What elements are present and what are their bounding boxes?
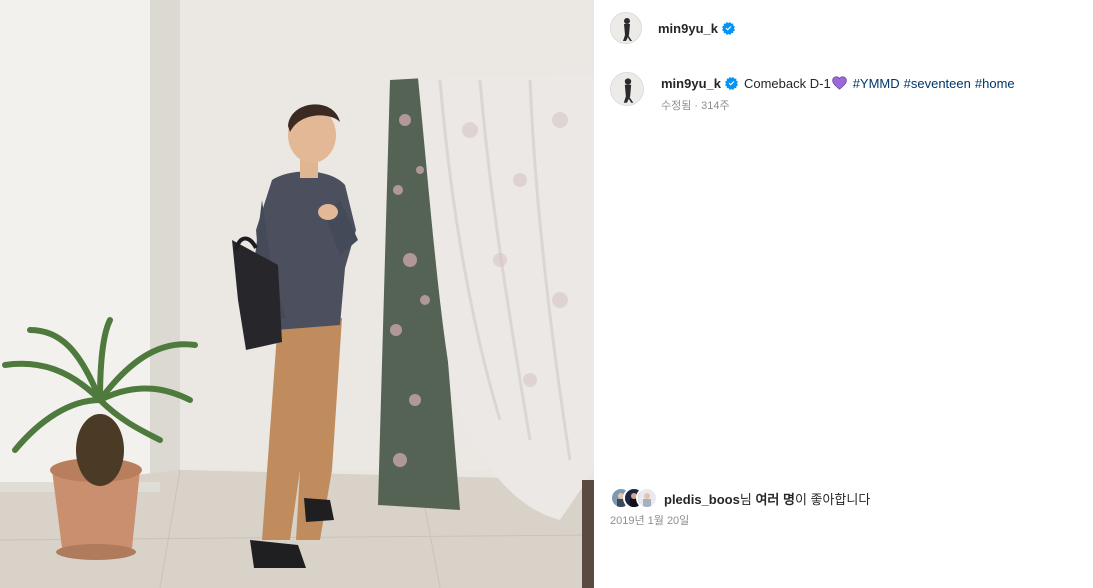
caption-content: min9yu_k Comeback D-1 #YMMD #seventeen #ho… [661, 72, 1015, 113]
post-image [0, 0, 594, 588]
likes-others[interactable]: 여러 명 [755, 492, 795, 507]
likes-row: pledis_boos님 여러 명이 좋아합니다 [610, 487, 1080, 509]
edited-label: 수정됨 [661, 100, 692, 112]
caption-username[interactable]: min9yu_k [661, 76, 721, 91]
liker-username[interactable]: pledis_boos [664, 492, 740, 507]
caption-meta: 수정됨 · 314주 [661, 97, 1015, 113]
post-details-panel: min9yu_k min9yu_k Comeback D-1 #YMMD #se… [594, 0, 1093, 588]
post-header: min9yu_k [594, 0, 1093, 56]
post-age[interactable]: 314주 [701, 100, 729, 112]
author-username[interactable]: min9yu_k [658, 21, 718, 36]
hashtag-home[interactable]: #home [975, 76, 1015, 91]
likes-suffix-2: 이 좋아합니다 [794, 491, 871, 507]
verified-badge-icon [721, 21, 735, 35]
hashtag-ymmd[interactable]: #YMMD [853, 76, 900, 91]
meta-separator: · [691, 100, 702, 112]
post-date[interactable]: 2019년 1월 20일 [610, 512, 689, 528]
caption-text-line: min9yu_k Comeback D-1 #YMMD #seventeen #ho… [661, 72, 1015, 93]
post-photo[interactable] [0, 0, 594, 588]
verified-badge-icon [724, 77, 738, 90]
liker-avatars[interactable] [610, 487, 660, 509]
caption-body: Comeback D-1 [743, 76, 831, 91]
likes-summary: pledis_boos님 여러 명이 좋아합니다 [664, 489, 870, 508]
post-caption: min9yu_k Comeback D-1 #YMMD #seventeen #ho… [610, 72, 1080, 113]
purple-heart-icon [831, 76, 847, 90]
hashtag-seventeen[interactable]: #seventeen [904, 76, 971, 91]
liker-avatar [636, 487, 658, 509]
caption-author-avatar[interactable] [610, 72, 644, 106]
author-avatar[interactable] [610, 12, 642, 44]
likes-suffix-1: 님 [739, 491, 756, 507]
